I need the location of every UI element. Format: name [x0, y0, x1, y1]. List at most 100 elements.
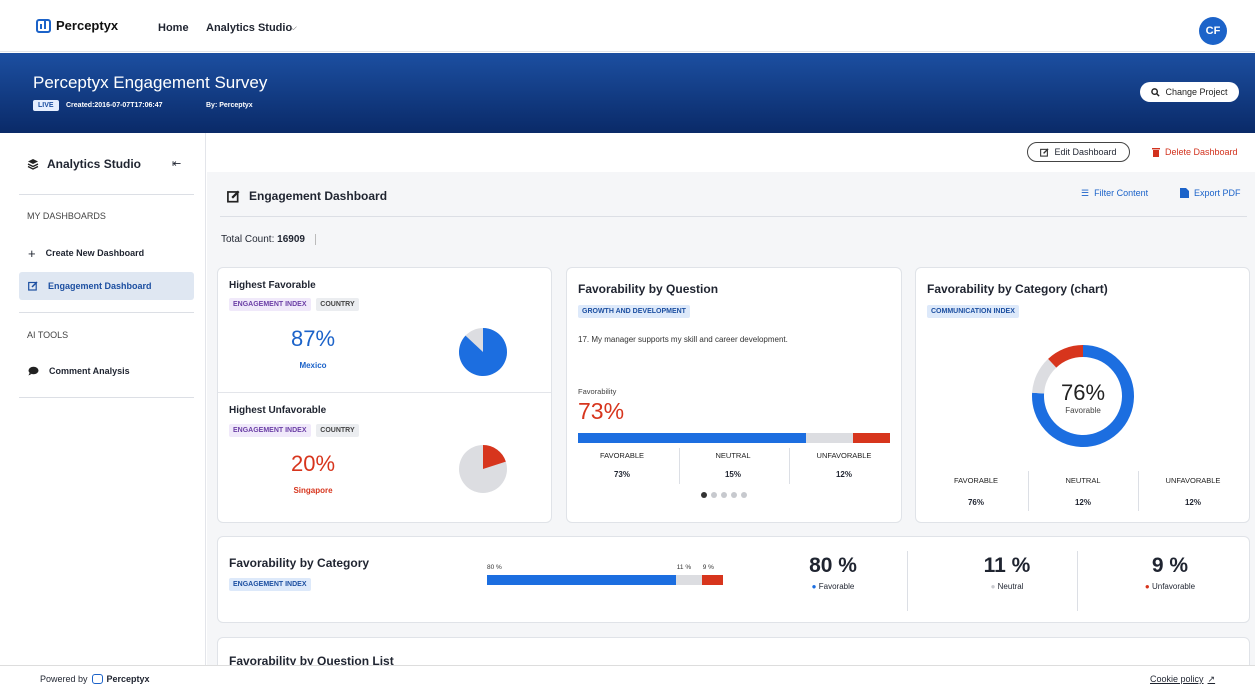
- stat-value: 9 %: [1151, 554, 1189, 577]
- tag-group: ENGAGEMENT INDEX COUNTRY: [229, 424, 362, 437]
- bar-segment-unfavorable: [701, 575, 723, 585]
- divider: [19, 312, 194, 313]
- carousel-dot[interactable]: [701, 492, 707, 498]
- tag-engagement-index: ENGAGEMENT INDEX: [229, 578, 311, 591]
- stat-favorable: 80 % ● Favorable: [778, 554, 888, 591]
- stat-legend: ● Unfavorable: [1115, 582, 1225, 591]
- bar-segment-neutral: [675, 575, 702, 585]
- unfavorable-pie-chart: [459, 445, 507, 493]
- dashboard-title: Engagement Dashboard: [227, 189, 387, 203]
- plus-icon: +: [28, 245, 36, 261]
- divider: [19, 397, 194, 398]
- cookie-policy-link[interactable]: Cookie policy ↗: [1150, 674, 1215, 685]
- legend-dot-neutral: ●: [990, 582, 996, 591]
- main-content: Edit Dashboard Delete Dashboard Engageme…: [207, 133, 1255, 677]
- nav-home-link[interactable]: Home: [158, 22, 189, 34]
- total-count-label: Total Count:: [221, 234, 275, 245]
- favorable-value: 76%: [967, 498, 984, 507]
- edit-icon: [1040, 147, 1050, 157]
- edit-dashboard-label: Edit Dashboard: [1054, 147, 1117, 157]
- donut-center-percent: 76%: [1060, 380, 1106, 405]
- export-pdf-button[interactable]: Export PDF: [1180, 188, 1241, 198]
- favorable-label: FAVORABLE: [599, 451, 645, 460]
- logo-icon: [91, 674, 103, 684]
- tag-country: COUNTRY: [316, 298, 359, 311]
- favorable-value: 73%: [613, 470, 630, 479]
- tag-communication-index: COMMUNICATION INDEX: [927, 305, 1019, 318]
- unfavorable-value: 12%: [1184, 498, 1201, 507]
- unfavorable-value: 12%: [835, 470, 852, 479]
- create-new-dashboard-button[interactable]: + Create New Dashboard: [19, 239, 194, 267]
- divider: [1028, 471, 1029, 511]
- highest-unfavorable-title: Highest Unfavorable: [229, 405, 327, 416]
- filter-content-label: Filter Content: [1094, 188, 1149, 198]
- carousel-dot[interactable]: [741, 492, 747, 498]
- export-pdf-label: Export PDF: [1194, 188, 1241, 198]
- trash-icon: [1152, 148, 1160, 157]
- powered-by: Powered by Perceptyx: [40, 674, 150, 684]
- divider: [220, 216, 1247, 217]
- bar-segment-favorable: [578, 433, 806, 443]
- my-dashboards-heading: MY DASHBOARDS: [27, 211, 106, 221]
- survey-title: Perceptyx Engagement Survey: [33, 73, 268, 92]
- tag-engagement-index: ENGAGEMENT INDEX: [229, 298, 311, 311]
- divider: [19, 194, 194, 195]
- collapse-sidebar-icon[interactable]: ⇤: [172, 157, 181, 170]
- carousel-dot[interactable]: [731, 492, 737, 498]
- bar-segment-unfavorable: [852, 433, 890, 443]
- favorable-pie-chart: [459, 328, 507, 376]
- divider: [218, 392, 551, 393]
- favorability-percent: 73%: [578, 398, 625, 424]
- neutral-value: 15%: [724, 470, 741, 479]
- total-count: Total Count: 16909: [221, 234, 316, 245]
- nav-analytics-studio-link[interactable]: Analytics Studio: [206, 22, 292, 34]
- carousel-dot[interactable]: [711, 492, 717, 498]
- filter-content-button[interactable]: ☰ Filter Content: [1081, 188, 1148, 199]
- stat-legend: ● Neutral: [952, 582, 1062, 591]
- tag-country: COUNTRY: [316, 424, 359, 437]
- sidebar-item-label: Comment Analysis: [49, 366, 130, 376]
- highest-unfavorable-percent: 20%: [290, 451, 336, 476]
- stat-neutral: 11 % ● Neutral: [952, 554, 1062, 591]
- highest-favorable-country: Mexico: [299, 361, 327, 370]
- sidebar-item-comment-analysis[interactable]: Comment Analysis: [19, 357, 194, 385]
- legend-dot-favorable: ●: [811, 582, 817, 591]
- neutral-value: 12%: [1074, 498, 1091, 507]
- carousel-pagination: [701, 490, 751, 501]
- chevron-down-icon[interactable]: ⌵: [290, 22, 297, 33]
- edit-icon[interactable]: [227, 190, 240, 203]
- unfavorable-label: UNFAVORABLE: [816, 451, 872, 460]
- divider: [679, 448, 680, 484]
- create-dashboard-label: Create New Dashboard: [45, 248, 145, 258]
- neutral-label: NEUTRAL: [1065, 476, 1101, 485]
- question-text: 17. My manager supports my skill and car…: [578, 335, 788, 344]
- category-bar-labels: 80 % 11 % 9 %: [487, 564, 723, 574]
- carousel-dot[interactable]: [721, 492, 727, 498]
- card-title: Favorability by Category: [229, 556, 370, 570]
- sidebar-item-engagement-dashboard[interactable]: Engagement Dashboard: [19, 272, 194, 300]
- edit-icon: [28, 281, 38, 291]
- bar-segment-favorable: [487, 575, 676, 585]
- survey-header-banner: Perceptyx Engagement Survey LIVE Created…: [0, 53, 1255, 133]
- highest-favorable-title: Highest Favorable: [229, 280, 316, 291]
- stat-label: Neutral: [997, 582, 1024, 591]
- divider: [789, 448, 790, 484]
- cookie-policy-label: Cookie policy: [1150, 674, 1204, 684]
- legend-dot-unfavorable: ●: [1144, 582, 1150, 591]
- card-title: Favorability by Category (chart): [927, 282, 1108, 296]
- search-icon: [1151, 87, 1161, 97]
- change-project-button[interactable]: Change Project: [1140, 82, 1239, 102]
- edit-dashboard-button[interactable]: Edit Dashboard: [1027, 142, 1130, 162]
- bar-segment-neutral: [805, 433, 853, 443]
- dashboard-toolbar: Edit Dashboard Delete Dashboard: [207, 133, 1255, 172]
- perceptyx-logo[interactable]: Perceptyx: [36, 18, 118, 33]
- bar-label: 80 %: [487, 564, 502, 571]
- favorability-by-category-chart-card: Favorability by Category (chart) COMMUNI…: [915, 267, 1250, 523]
- footer-brand: Perceptyx: [106, 674, 150, 684]
- sidebar-title: Analytics Studio: [47, 157, 142, 171]
- ai-tools-heading: AI TOOLS: [27, 330, 69, 340]
- delete-dashboard-button[interactable]: Delete Dashboard: [1152, 147, 1238, 157]
- layers-icon: [27, 159, 39, 170]
- bar-label: 9 %: [702, 564, 714, 571]
- user-avatar[interactable]: CF: [1199, 17, 1227, 45]
